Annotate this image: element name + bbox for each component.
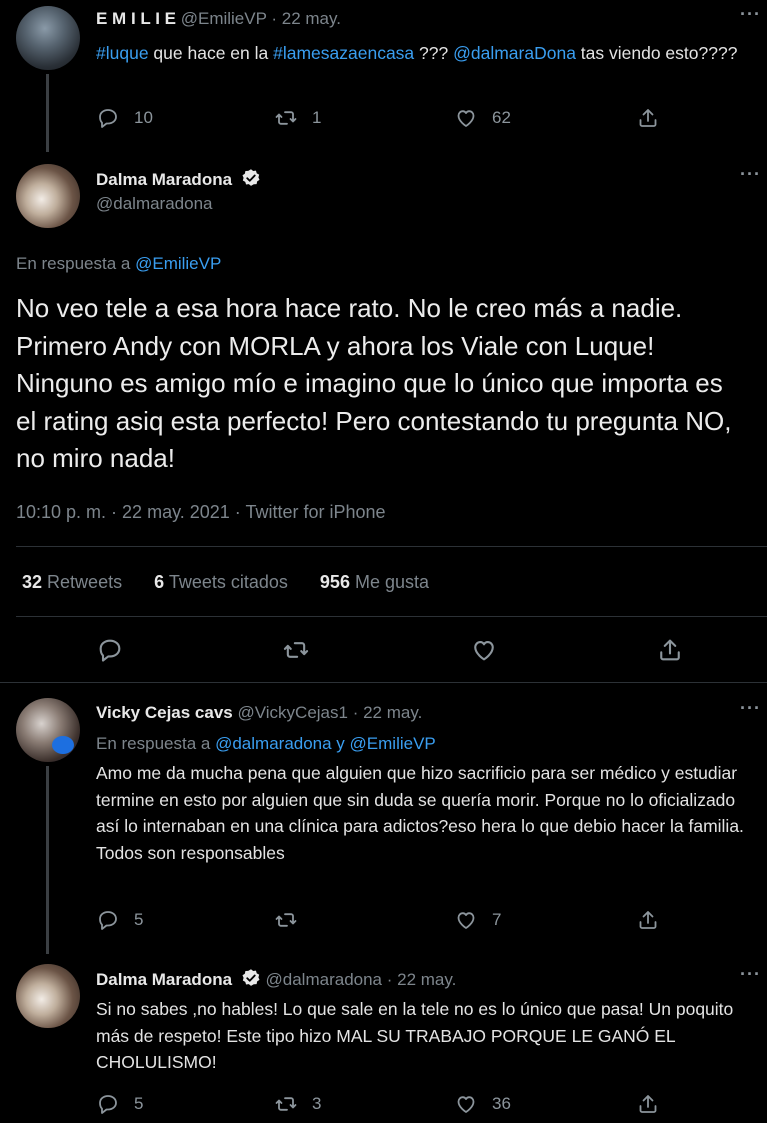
retweet-button[interactable]	[282, 636, 310, 664]
share-icon	[660, 639, 680, 661]
retweet-button[interactable]	[274, 908, 312, 932]
reply-count: 5	[134, 910, 144, 929]
tweet-text: Si no sabes ,no hables! Lo que sale en l…	[96, 999, 734, 1072]
like-button[interactable]: 7	[454, 908, 501, 932]
like-button[interactable]: 36	[454, 1092, 511, 1116]
tweet-date[interactable]: · 22 may.	[353, 703, 423, 722]
reply-button[interactable]	[96, 636, 124, 664]
retweet-icon	[275, 111, 297, 125]
more-icon[interactable]: ···	[740, 4, 761, 25]
share-icon	[639, 911, 657, 929]
avatar[interactable]	[16, 164, 80, 228]
hashtag-link[interactable]: #lamesazaencasa	[273, 43, 414, 63]
share-button[interactable]	[636, 1092, 660, 1116]
like-button[interactable]: 62	[454, 106, 511, 130]
heart-icon	[457, 912, 475, 929]
handle[interactable]: @VickyCejas1	[237, 703, 347, 722]
display-name[interactable]: E M I L I E	[96, 9, 176, 28]
like-count: 7	[492, 910, 502, 929]
hashtag-link[interactable]: #luque	[96, 43, 149, 63]
heart-icon	[457, 110, 475, 127]
more-icon[interactable]: ···	[740, 164, 761, 185]
handle[interactable]: @EmilieVP	[181, 9, 267, 28]
retweet-button[interactable]: 1	[274, 106, 321, 130]
retweet-count: 1	[312, 108, 322, 127]
share-button[interactable]	[656, 636, 684, 664]
main-tweet-text: No veo tele a esa hora hace rato. No le …	[16, 293, 732, 473]
reply-icon	[99, 109, 117, 128]
quotes-stat[interactable]: 6 Tweets citados	[154, 572, 288, 592]
reply-icon	[99, 1095, 117, 1114]
verified-icon	[242, 169, 260, 186]
thread-line	[46, 766, 49, 954]
reply-button[interactable]: 5	[96, 1092, 143, 1116]
more-icon[interactable]: ···	[740, 698, 761, 719]
mention-link[interactable]: @dalmaradona y @EmilieVP	[215, 734, 436, 753]
avatar[interactable]	[16, 6, 80, 70]
more-icon[interactable]: ···	[740, 964, 761, 985]
reply-button[interactable]: 5	[96, 908, 143, 932]
tweet-header: E M I L I E @EmilieVP · 22 may.	[96, 8, 341, 30]
like-count: 36	[492, 1094, 511, 1113]
retweet-icon	[275, 1097, 297, 1111]
heart-icon	[474, 641, 494, 661]
divider	[16, 616, 767, 617]
main-author: Dalma Maradona @dalmaradona	[96, 168, 261, 216]
display-name[interactable]: Dalma Maradona	[96, 970, 232, 989]
avatar[interactable]	[16, 964, 80, 1028]
tweet-text: #luque que hace en la #lamesazaencasa ??…	[96, 43, 738, 63]
tweet-meta[interactable]: 10:10 p. m. · 22 may. 2021 · Twitter for…	[16, 500, 386, 524]
verified-icon	[242, 969, 260, 986]
handle[interactable]: @dalmaradona	[266, 970, 383, 989]
tweet-header: Vicky Cejas cavs @VickyCejas1 · 22 may.	[96, 702, 422, 724]
reply-count: 10	[134, 108, 153, 127]
retweet-icon	[283, 642, 309, 658]
tweet-header: Dalma Maradona @dalmaradona · 22 may.	[96, 968, 456, 991]
reply-icon	[99, 911, 117, 930]
display-name[interactable]: Vicky Cejas cavs	[96, 703, 233, 722]
avatar[interactable]	[16, 698, 80, 762]
share-button[interactable]	[636, 106, 660, 130]
like-button[interactable]	[470, 636, 498, 664]
share-button[interactable]	[636, 908, 660, 932]
share-icon	[639, 109, 657, 127]
divider	[16, 546, 767, 547]
thread-line	[46, 74, 49, 152]
reply-context: En respuesta a @EmilieVP	[16, 254, 222, 273]
reply-context: En respuesta a @dalmaradona y @EmilieVP	[96, 734, 436, 753]
share-icon	[639, 1095, 657, 1113]
divider	[0, 682, 767, 683]
retweet-count: 3	[312, 1094, 322, 1113]
like-count: 62	[492, 108, 511, 127]
engagement-stats: 32 Retweets 6 Tweets citados 956 Me gust…	[22, 570, 429, 594]
likes-stat[interactable]: 956 Me gusta	[320, 572, 429, 592]
handle[interactable]: @dalmaradona	[96, 192, 261, 216]
retweets-stat[interactable]: 32 Retweets	[22, 572, 122, 592]
tweet-date[interactable]: · 22 may.	[387, 970, 457, 989]
tweet-text: Amo me da mucha pena que alguien que hiz…	[96, 763, 744, 863]
reply-button[interactable]: 10	[96, 106, 153, 130]
retweet-icon	[275, 913, 297, 927]
reply-count: 5	[134, 1094, 144, 1113]
mention-link[interactable]: @dalmaraDona	[453, 43, 576, 63]
tweet-date[interactable]: · 22 may.	[271, 9, 341, 28]
retweet-button[interactable]: 3	[274, 1092, 321, 1116]
heart-icon	[457, 1096, 475, 1113]
mention-link[interactable]: @EmilieVP	[135, 254, 221, 273]
reply-icon	[99, 639, 121, 662]
display-name[interactable]: Dalma Maradona	[96, 170, 232, 189]
